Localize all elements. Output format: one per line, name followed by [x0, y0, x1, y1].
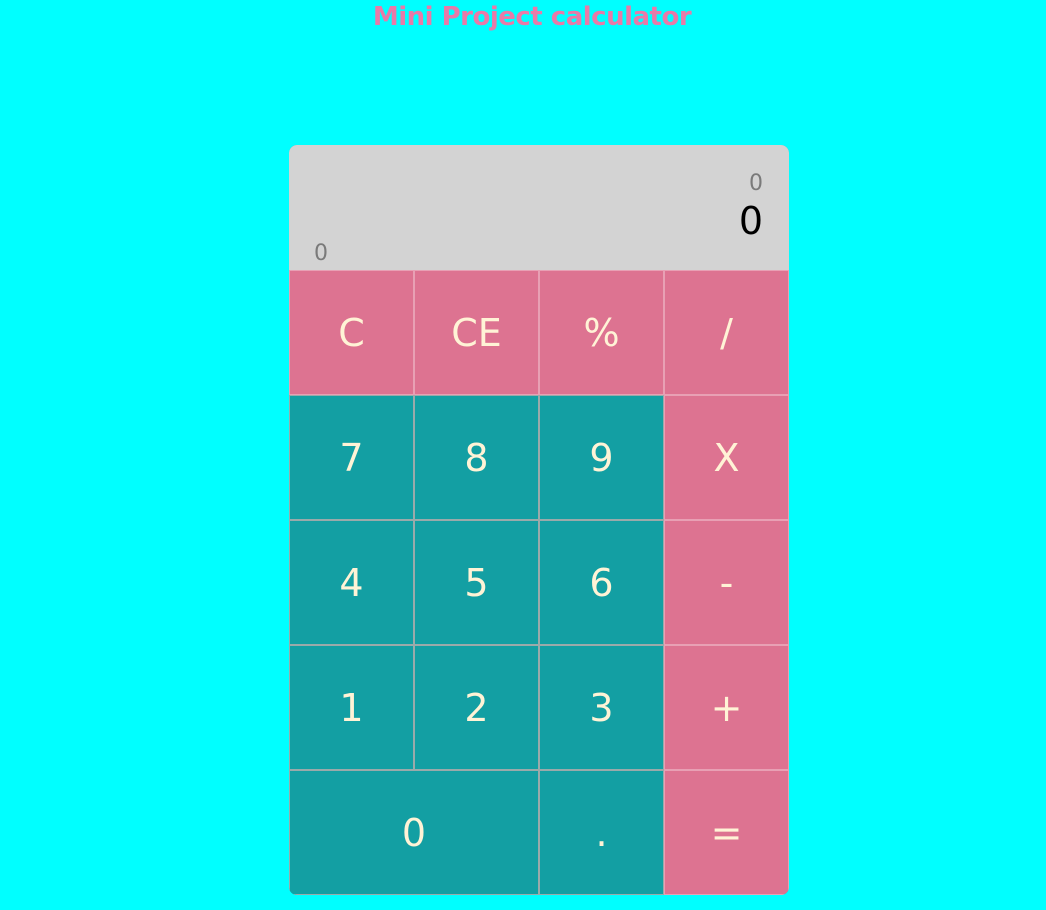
- digit-9-button[interactable]: 9: [539, 395, 664, 520]
- page-title: Mini Project calculator: [372, 2, 692, 32]
- divide-button[interactable]: /: [664, 270, 789, 395]
- current-operand: 0: [738, 199, 763, 243]
- add-button[interactable]: +: [664, 645, 789, 770]
- digit-5-button[interactable]: 5: [414, 520, 539, 645]
- digit-0-button[interactable]: 0: [289, 770, 539, 895]
- digit-2-button[interactable]: 2: [414, 645, 539, 770]
- multiply-button[interactable]: X: [664, 395, 789, 520]
- digit-1-button[interactable]: 1: [289, 645, 414, 770]
- percent-button[interactable]: %: [539, 270, 664, 395]
- calculator-display: 0 0 0: [289, 145, 789, 270]
- subtract-button[interactable]: -: [664, 520, 789, 645]
- digit-3-button[interactable]: 3: [539, 645, 664, 770]
- clear-button[interactable]: C: [289, 270, 414, 395]
- previous-operand: 0: [749, 171, 763, 196]
- keypad: C CE % / 7 8 9 X 4 5 6 - 1 2 3 + 0 . =: [289, 270, 789, 895]
- memory-value: 0: [314, 241, 328, 266]
- digit-6-button[interactable]: 6: [539, 520, 664, 645]
- calculator: 0 0 0 C CE % / 7 8 9 X 4 5 6 - 1 2 3 + 0…: [289, 145, 789, 895]
- decimal-button[interactable]: .: [539, 770, 664, 895]
- clear-entry-button[interactable]: CE: [414, 270, 539, 395]
- digit-8-button[interactable]: 8: [414, 395, 539, 520]
- digit-4-button[interactable]: 4: [289, 520, 414, 645]
- equals-button[interactable]: =: [664, 770, 789, 895]
- digit-7-button[interactable]: 7: [289, 395, 414, 520]
